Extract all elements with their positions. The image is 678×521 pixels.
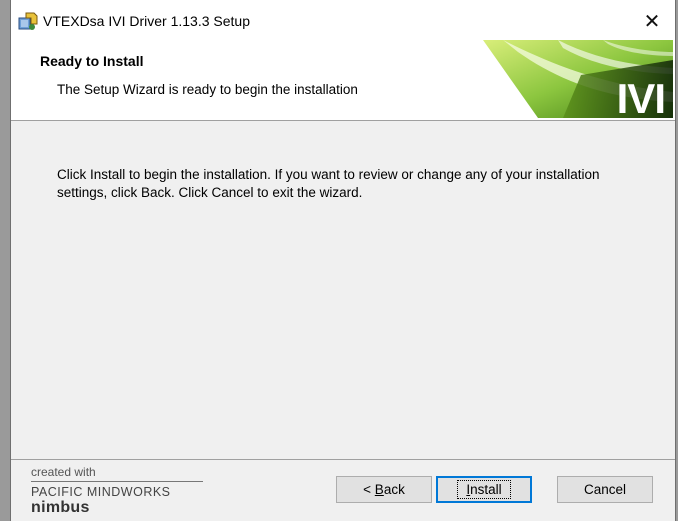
created-with-label: created with <box>31 465 96 479</box>
window-title: VTEXDsa IVI Driver 1.13.3 Setup <box>43 13 250 29</box>
wizard-header: Ready to Install The Setup Wizard is rea… <box>11 40 675 121</box>
nimbus-branding: created with PACIFIC MINDWORKS nimbus <box>31 465 206 517</box>
back-button[interactable]: < Back <box>336 476 432 503</box>
footer-separator <box>11 459 675 460</box>
install-button[interactable]: Install <box>436 476 532 503</box>
install-button-focus: Install <box>457 480 511 499</box>
back-button-mnemonic: B <box>374 482 384 497</box>
back-button-prefix: < <box>363 482 375 497</box>
setup-package-icon <box>17 11 39 31</box>
setup-window: VTEXDsa IVI Driver 1.13.3 Setup ✕ Ready … <box>10 0 676 521</box>
close-icon[interactable]: ✕ <box>635 6 669 36</box>
back-button-label: ack <box>383 482 405 497</box>
install-button-label: nstall <box>470 482 502 497</box>
company-name: PACIFIC MINDWORKS <box>31 485 171 499</box>
content-area: Click Install to begin the installation.… <box>11 121 675 459</box>
title-bar: VTEXDsa IVI Driver 1.13.3 Setup ✕ <box>11 0 675 40</box>
install-message: Click Install to begin the installation.… <box>57 167 600 200</box>
page-title: Ready to Install <box>40 53 144 69</box>
banner-text: IVI <box>617 75 665 118</box>
branding-divider <box>31 481 203 482</box>
product-name: nimbus <box>31 499 90 516</box>
cancel-button[interactable]: Cancel <box>557 476 653 503</box>
page-subtitle: The Setup Wizard is ready to begin the i… <box>57 82 358 97</box>
ivi-banner-logo: IVI <box>483 40 673 118</box>
cancel-button-label: Cancel <box>583 482 627 497</box>
